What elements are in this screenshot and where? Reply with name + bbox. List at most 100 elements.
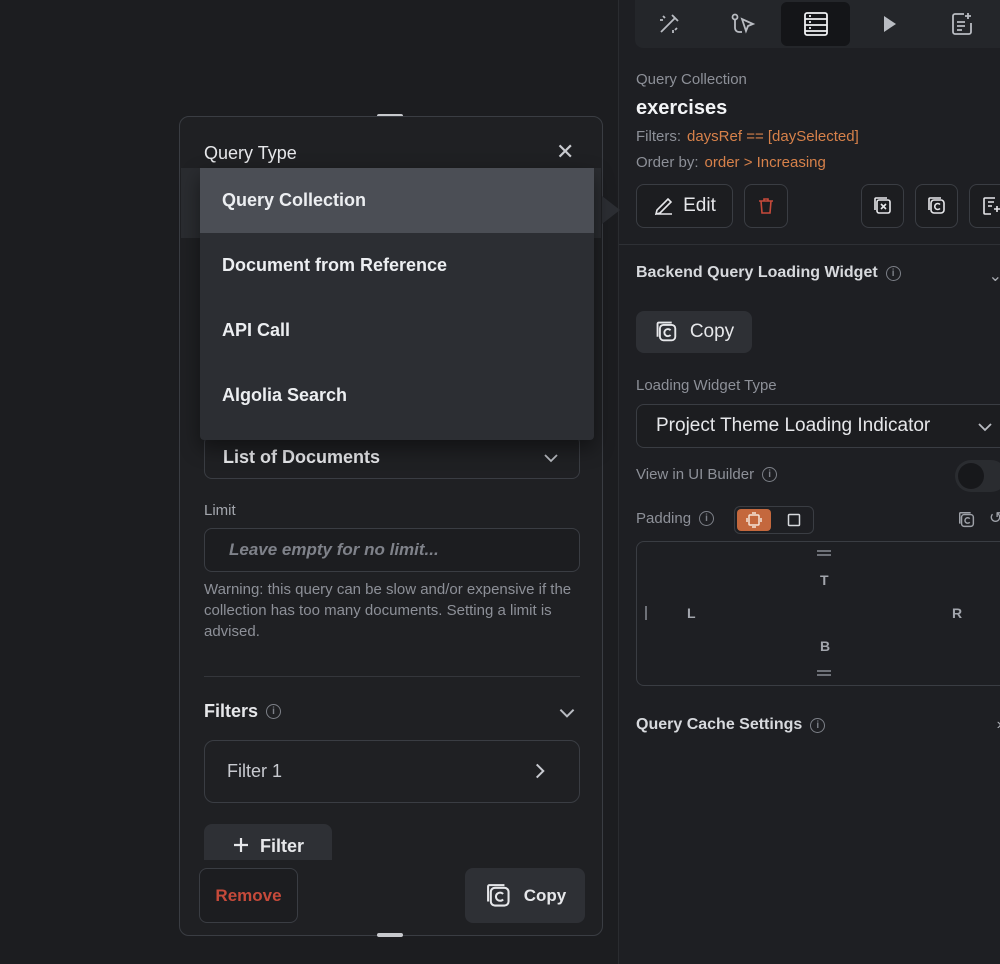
filter-item[interactable]: Filter 1 <box>204 740 580 803</box>
add-filter-label: Filter <box>259 836 304 856</box>
query-type-dropdown: Query Collection Document from Reference… <box>200 168 594 440</box>
filters-label: Filters <box>204 701 259 721</box>
info-icon[interactable]: i <box>885 265 901 281</box>
tab-database[interactable] <box>781 2 850 46</box>
loading-widget-type-label: Loading Widget Type <box>636 377 777 394</box>
add-filter-button[interactable]: Filter <box>204 824 332 860</box>
tab-magic-wand[interactable] <box>635 2 703 46</box>
square-icon <box>787 513 801 527</box>
view-in-ui-builder-label: View in UI Builder <box>636 466 755 483</box>
dropdown-item-query-collection[interactable]: Query Collection <box>200 168 594 233</box>
info-icon[interactable]: i <box>810 717 826 733</box>
filters-summary-value: daysRef == [daySelected] <box>687 128 859 145</box>
padding-label: Padding <box>636 510 692 527</box>
panel-drag-handle-bottom[interactable] <box>377 933 403 937</box>
tab-api[interactable] <box>708 2 776 46</box>
copy-label: Copy <box>689 321 735 342</box>
limit-label: Limit <box>204 502 236 519</box>
filters-summary-label: Filters: <box>636 128 681 145</box>
padding-sides-icon <box>746 512 762 528</box>
plus-icon <box>233 838 248 852</box>
toggle-knob <box>958 463 984 489</box>
padding-top-label: T <box>820 572 829 588</box>
edit-label: Edit <box>683 195 716 216</box>
info-icon[interactable]: i <box>266 704 282 719</box>
play-icon <box>883 16 896 32</box>
clear-query-button[interactable] <box>861 184 904 228</box>
copy-icon <box>486 883 510 907</box>
reset-icon[interactable]: ↺ <box>989 508 1000 528</box>
chevron-right-icon <box>535 763 545 779</box>
query-cache-settings-label: Query Cache Settings <box>636 716 803 733</box>
copy-loading-widget-button[interactable]: Copy <box>636 311 752 353</box>
padding-top-handle-line <box>817 554 831 556</box>
dropdown-item-algolia-search[interactable]: Algolia Search <box>200 363 594 428</box>
info-icon[interactable]: i <box>762 467 778 482</box>
collection-name: exercises <box>636 97 728 119</box>
return-type-value: List of Documents <box>223 446 381 467</box>
info-icon[interactable]: i <box>699 511 715 526</box>
paste-query-button[interactable] <box>969 184 1000 228</box>
loading-widget-type-value: Project Theme Loading Indicator <box>656 415 931 436</box>
remove-button[interactable]: Remove <box>199 868 298 923</box>
query-collection-label: Query Collection <box>636 71 747 88</box>
padding-top-handle[interactable] <box>817 550 831 552</box>
chevron-down-icon <box>978 423 992 432</box>
close-icon[interactable]: ✕ <box>556 139 574 165</box>
padding-bottom-label: B <box>820 638 831 654</box>
query-type-title: Query Type <box>204 143 297 163</box>
loading-widget-type-select[interactable]: Project Theme Loading Indicator <box>636 404 1000 448</box>
limit-warning: Warning: this query can be slow and/or e… <box>204 581 572 640</box>
trash-icon <box>759 198 773 214</box>
dropdown-item-api-call[interactable]: API Call <box>200 298 594 363</box>
properties-panel: Query Collection exercises Filters: daysR… <box>618 0 1000 964</box>
padding-right-label: R <box>952 605 963 621</box>
copy-icon <box>656 321 677 342</box>
copy-query-button[interactable] <box>915 184 958 228</box>
clear-icon <box>873 197 891 214</box>
dropdown-item-document-from-reference[interactable]: Document from Reference <box>200 233 594 298</box>
order-summary: Order by: order > Increasing <box>636 154 826 171</box>
copy-query-panel-button[interactable]: Copy <box>465 868 585 923</box>
view-in-ui-builder-toggle[interactable] <box>955 460 1000 492</box>
edit-query-button[interactable]: Edit <box>636 184 733 228</box>
padding-row: Padding i <box>636 510 715 527</box>
return-type-select[interactable]: List of Documents <box>204 435 580 479</box>
chevron-down-icon[interactable]: ⌄ <box>989 266 1000 286</box>
padding-editor: T L R B <box>636 541 1000 686</box>
filters-section-title[interactable]: Filters i <box>204 701 282 722</box>
query-cache-settings-title[interactable]: Query Cache Settings i <box>636 716 826 734</box>
order-summary-label: Order by: <box>636 154 699 171</box>
document-icon <box>952 13 972 35</box>
chevron-down-icon[interactable] <box>556 702 578 724</box>
padding-left-label: L <box>687 605 696 621</box>
delete-query-button[interactable] <box>744 184 788 228</box>
copy-label: Copy <box>523 885 567 905</box>
filter-item-label: Filter 1 <box>227 761 283 781</box>
pencil-icon <box>655 197 673 216</box>
dropdown-pointer <box>602 196 620 224</box>
api-icon <box>731 13 756 34</box>
backend-query-loading-label: Backend Query Loading Widget <box>636 264 878 281</box>
database-icon <box>803 12 828 36</box>
limit-placeholder: Leave empty for no limit... <box>229 540 439 559</box>
backend-query-loading-title[interactable]: Backend Query Loading Widget i <box>636 264 901 282</box>
padding-uniform-option[interactable] <box>777 509 811 531</box>
tab-document[interactable] <box>928 2 996 46</box>
chevron-down-icon <box>544 454 558 463</box>
padding-left-handle[interactable] <box>645 606 647 620</box>
padding-individual-option[interactable] <box>737 509 771 531</box>
panel-tabbar <box>635 0 1000 48</box>
copy-icon[interactable] <box>957 510 977 535</box>
copy-icon <box>927 197 945 214</box>
section-divider <box>204 676 580 677</box>
padding-bottom-handle[interactable] <box>817 674 831 676</box>
magic-wand-icon <box>660 14 679 33</box>
padding-mode-toggle <box>734 506 814 534</box>
tab-run[interactable] <box>855 2 923 46</box>
limit-input[interactable]: Leave empty for no limit... <box>204 528 580 572</box>
view-in-ui-builder: View in UI Builder i <box>636 466 778 483</box>
filters-summary: Filters: daysRef == [daySelected] <box>636 128 859 145</box>
section-divider <box>619 244 1000 245</box>
order-summary-value: order > Increasing <box>704 154 826 171</box>
